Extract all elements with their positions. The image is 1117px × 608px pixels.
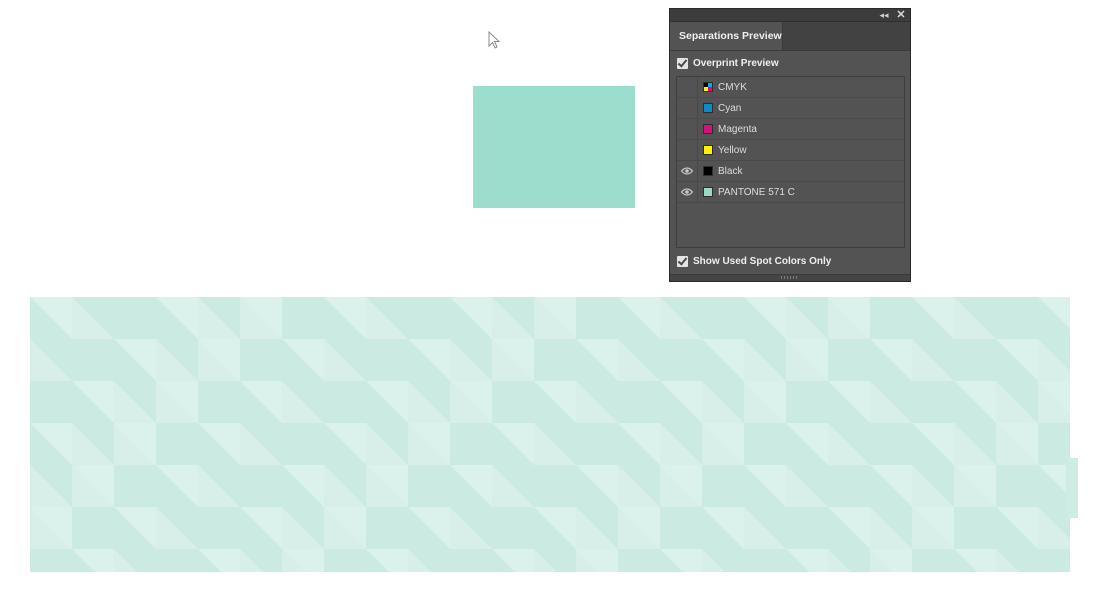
plate-row[interactable]: Yellow — [677, 140, 904, 161]
close-icon[interactable]: ✕ — [895, 9, 907, 21]
tab-separations-preview[interactable]: Separations Preview — [670, 22, 783, 50]
plate-row[interactable]: Magenta — [677, 119, 904, 140]
eye-icon — [681, 167, 693, 175]
artboard-canvas[interactable]: ◂◂ ✕ Separations Preview Overprint Previ… — [0, 0, 1117, 608]
color-swatch — [703, 187, 713, 197]
plate-visibility-toggle[interactable] — [677, 98, 698, 118]
geometric-pattern-banner[interactable] — [30, 297, 1070, 572]
overprint-preview-option: Overprint Preview — [677, 56, 779, 70]
plate-name: Magenta — [718, 123, 757, 135]
show-used-spot-colors-checkbox[interactable] — [677, 255, 688, 267]
color-swatch — [703, 124, 713, 134]
spot-color-rectangle[interactable] — [473, 86, 635, 208]
panel-title-bar[interactable]: ◂◂ ✕ — [670, 9, 910, 22]
plate-visibility-toggle[interactable] — [677, 77, 698, 97]
plate-list: CMYK Cyan Magenta Yellow Black PANTONE 571 C — [676, 76, 905, 248]
plate-row[interactable]: CMYK — [677, 77, 904, 98]
plate-row[interactable]: PANTONE 571 C — [677, 182, 904, 203]
plate-row[interactable]: Black — [677, 161, 904, 182]
eye-icon — [681, 188, 693, 196]
plate-visibility-toggle[interactable] — [677, 161, 698, 181]
plate-name: Yellow — [718, 144, 747, 156]
separations-preview-panel: ◂◂ ✕ Separations Preview Overprint Previ… — [669, 8, 911, 282]
grip-dots — [781, 276, 799, 279]
plate-row[interactable]: Cyan — [677, 98, 904, 119]
cmyk-swatch-icon — [703, 82, 713, 92]
plate-visibility-toggle[interactable] — [677, 182, 698, 202]
plate-name: PANTONE 571 C — [718, 186, 795, 198]
panel-resize-grip[interactable] — [670, 274, 910, 281]
plate-name: Cyan — [718, 102, 742, 114]
panel-tab-bar: Separations Preview — [670, 22, 910, 51]
overprint-preview-checkbox[interactable] — [677, 57, 688, 69]
plate-visibility-toggle[interactable] — [677, 140, 698, 160]
overprint-preview-label: Overprint Preview — [693, 57, 779, 69]
show-used-spot-colors-option: Show Used Spot Colors Only — [677, 254, 831, 268]
cursor-arrow-icon — [488, 31, 501, 49]
color-swatch — [703, 145, 713, 155]
color-swatch — [703, 103, 713, 113]
plate-name: CMYK — [718, 81, 747, 93]
color-swatch — [703, 166, 713, 176]
pattern-edge-fragment — [1066, 458, 1078, 518]
plate-name: Black — [718, 165, 743, 177]
collapse-panel-icon[interactable]: ◂◂ — [878, 9, 890, 21]
show-used-spot-colors-label: Show Used Spot Colors Only — [693, 255, 832, 267]
plate-visibility-toggle[interactable] — [677, 119, 698, 139]
